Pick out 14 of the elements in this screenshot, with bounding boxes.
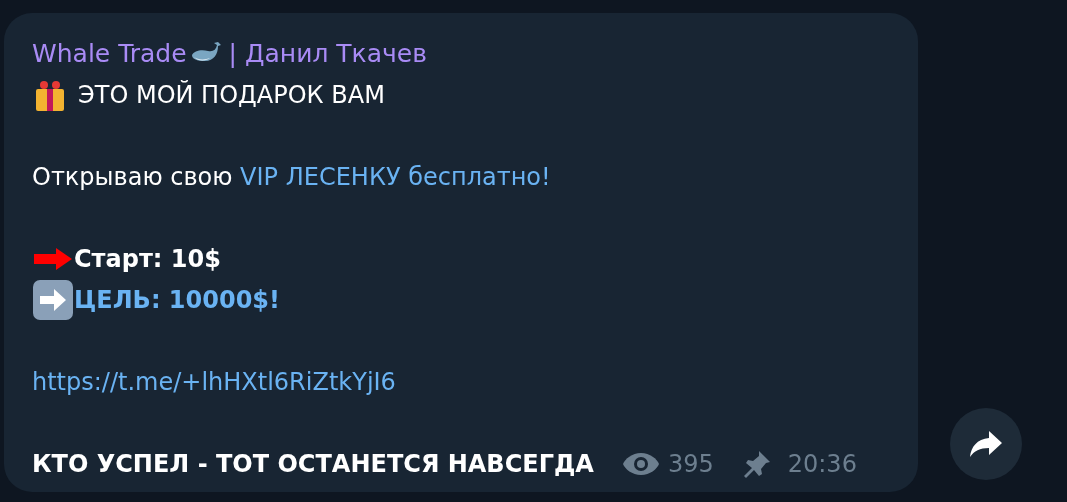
message-text: ЦЕЛЬ: 10000$!: [74, 285, 280, 314]
text-link[interactable]: VIP ЛЕСЕНКУ бесплатно!: [240, 162, 551, 191]
share-icon: [969, 430, 1003, 458]
message-time: 20:36: [787, 449, 857, 478]
url-link[interactable]: https://t.me/+lhHXtl6RiZtkYjI6: [32, 367, 396, 396]
message-text: КТО УСПЕЛ - ТОТ ОСТАНЕТСЯ НАВСЕГДА: [32, 449, 594, 478]
message-text: ЭТО МОЙ ПОДАРОК ВАМ: [78, 80, 385, 109]
arrow-icon: [32, 246, 74, 271]
view-count: 395: [667, 449, 714, 478]
eye-icon: [621, 451, 660, 476]
channel-name[interactable]: Whale Trade: [32, 39, 187, 68]
message-text: Старт: 10$: [74, 244, 221, 273]
message-text: Открываю свою VIP ЛЕСЕНКУ бесплатно!: [32, 162, 551, 191]
author-name: | Данил Ткачев: [228, 39, 427, 68]
